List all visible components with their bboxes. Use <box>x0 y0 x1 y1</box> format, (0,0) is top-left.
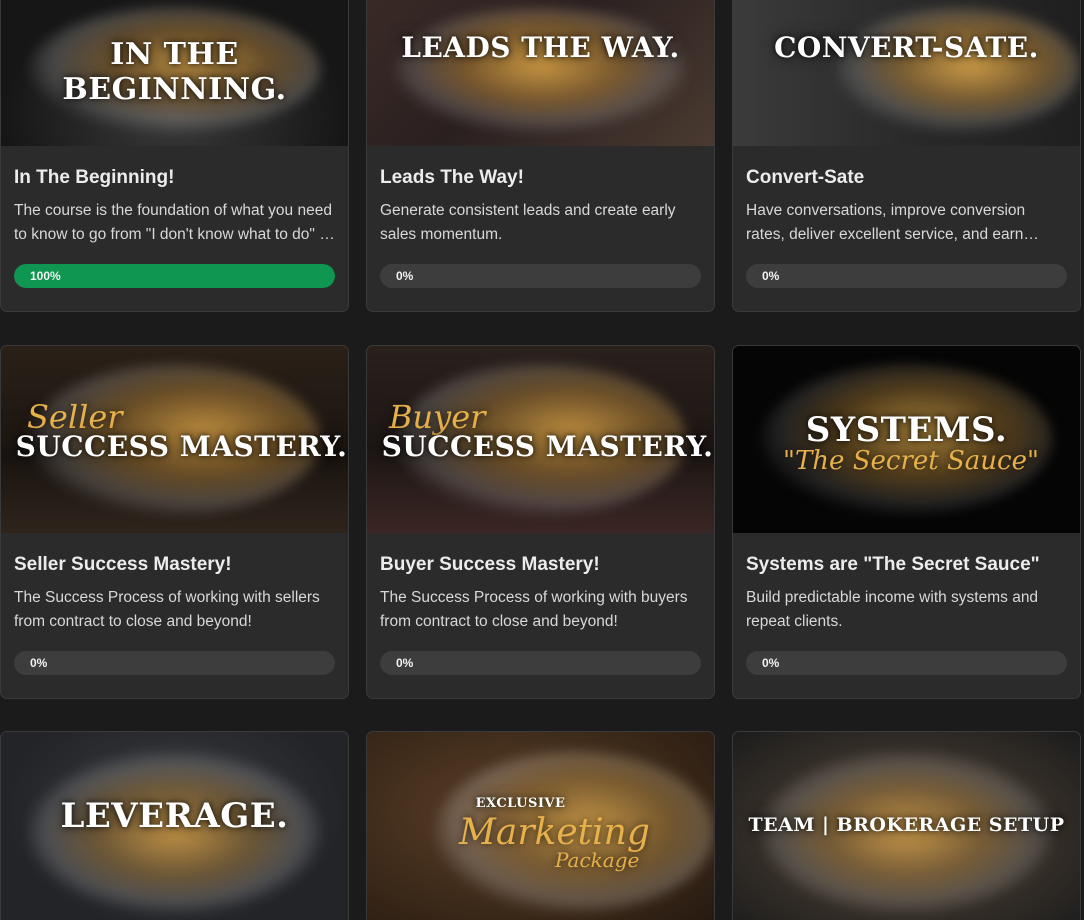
course-thumbnail[interactable]: TEAM | BROKERAGE SETUP <box>733 732 1080 920</box>
course-title[interactable]: Convert-Sate <box>746 166 1067 190</box>
thumbnail-headline: EXCLUSIVE <box>475 796 566 811</box>
course-description: The Success Process of working with buye… <box>380 589 688 630</box>
course-thumbnail[interactable]: LEVERAGE. <box>1 732 348 920</box>
course-card[interactable]: Seller SUCCESS MASTERY. Seller Success M… <box>0 345 349 699</box>
course-thumbnail[interactable]: EXCLUSIVE Marketing Package <box>367 732 714 920</box>
course-card[interactable]: EXCLUSIVE Marketing Package <box>366 731 715 920</box>
course-progress-bar: 0% <box>14 651 335 675</box>
progress-fill <box>14 264 335 288</box>
course-description: Generate consistent leads and create ear… <box>380 202 676 243</box>
course-progress-bar: 0% <box>746 651 1067 675</box>
course-card[interactable]: LEVERAGE. <box>0 731 349 920</box>
thumbnail-headline: CONVERT-SATE. <box>774 31 1039 64</box>
course-description: Have conversations, improve conversion r… <box>746 202 1026 243</box>
course-card[interactable]: Buyer SUCCESS MASTERY. Buyer Success Mas… <box>366 345 715 699</box>
thumbnail-headline: LEVERAGE. <box>60 796 289 836</box>
thumbnail-script: "The Secret Sauce" <box>783 446 1039 476</box>
course-progress-bar: 100% <box>14 264 335 288</box>
course-title[interactable]: Leads The Way! <box>380 166 701 190</box>
progress-label: 0% <box>762 656 780 670</box>
progress-label: 0% <box>762 269 780 283</box>
course-title[interactable]: Seller Success Mastery! <box>14 553 335 577</box>
course-card[interactable]: TEAM | BROKERAGE SETUP <box>732 731 1081 920</box>
course-progress-bar: 0% <box>380 264 701 288</box>
thumbnail-script: Package <box>555 848 640 872</box>
course-card[interactable]: LEADS THE WAY. Leads The Way! Generate c… <box>366 0 715 312</box>
thumbnail-headline: IN THE BEGINNING. <box>62 37 287 107</box>
course-thumbnail[interactable]: CONVERT-SATE. <box>733 0 1080 146</box>
course-progress-bar: 0% <box>746 264 1067 288</box>
course-thumbnail[interactable]: Seller SUCCESS MASTERY. <box>1 346 348 533</box>
thumbnail-headline: TEAM | BROKERAGE SETUP <box>748 814 1065 836</box>
course-card[interactable]: SYSTEMS. "The Secret Sauce" Systems are … <box>732 345 1081 699</box>
progress-label: 0% <box>396 656 414 670</box>
course-description: Build predictable income with systems an… <box>746 589 1039 630</box>
course-thumbnail[interactable]: Buyer SUCCESS MASTERY. <box>367 346 714 533</box>
course-thumbnail[interactable]: IN THE BEGINNING. <box>1 0 348 146</box>
course-card[interactable]: CONVERT-SATE. Convert-Sate Have conversa… <box>732 0 1081 312</box>
course-progress-bar: 0% <box>380 651 701 675</box>
thumbnail-headline: SUCCESS MASTERY. <box>381 430 714 463</box>
course-thumbnail[interactable]: SYSTEMS. "The Secret Sauce" <box>733 346 1080 533</box>
thumbnail-headline: SUCCESS MASTERY. <box>15 430 348 463</box>
course-title[interactable]: Systems are "The Secret Sauce" <box>746 553 1067 577</box>
course-thumbnail[interactable]: LEADS THE WAY. <box>367 0 714 146</box>
course-description: The Success Process of working with sell… <box>14 589 320 630</box>
course-description: The course is the foundation of what you… <box>14 202 333 243</box>
thumbnail-headline: LEADS THE WAY. <box>401 31 680 64</box>
course-title[interactable]: In The Beginning! <box>14 166 335 190</box>
thumbnail-script: Marketing <box>459 812 650 853</box>
progress-label: 0% <box>396 269 414 283</box>
progress-label: 0% <box>30 656 48 670</box>
progress-label: 100% <box>30 269 61 283</box>
course-card[interactable]: IN THE BEGINNING. In The Beginning! The … <box>0 0 349 312</box>
thumbnail-headline: SYSTEMS. <box>805 410 1008 450</box>
course-title[interactable]: Buyer Success Mastery! <box>380 553 701 577</box>
